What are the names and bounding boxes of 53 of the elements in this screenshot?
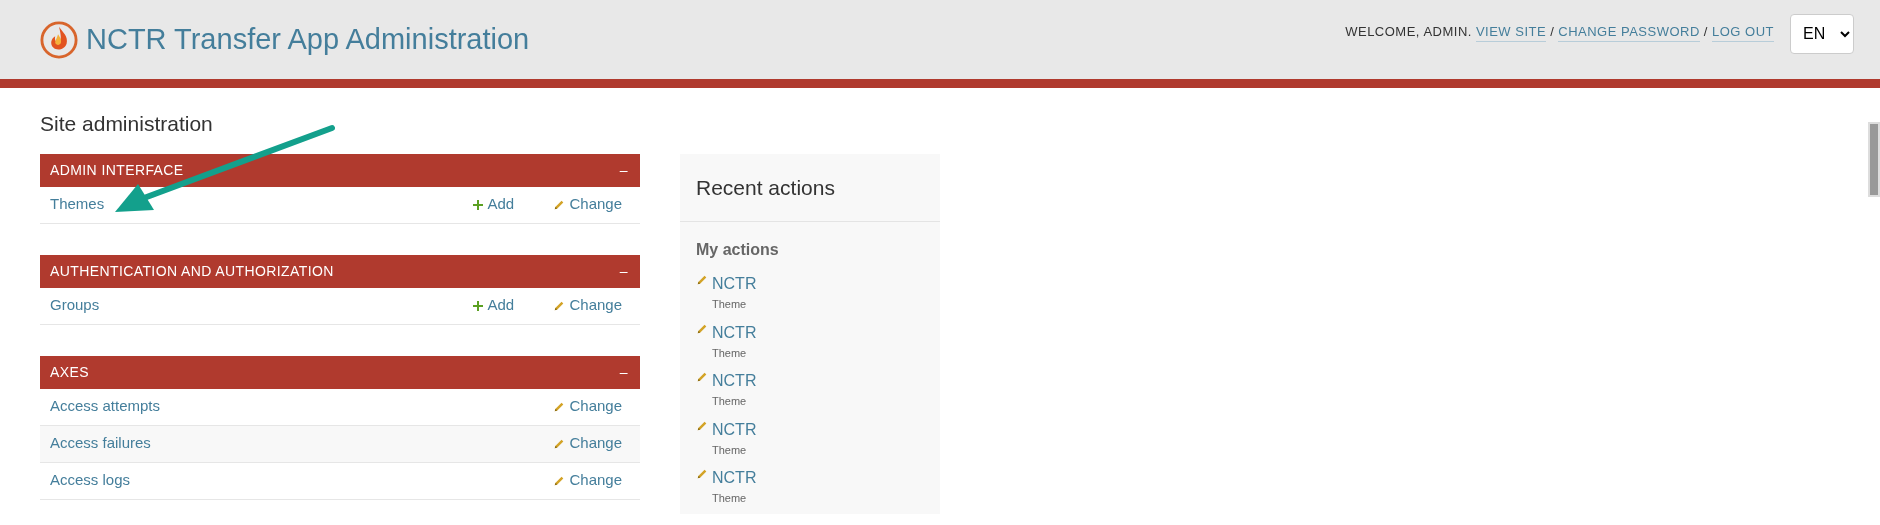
pencil-icon (553, 299, 566, 312)
action-type: Theme (712, 442, 748, 458)
header-link[interactable]: CHANGE PASSWORD (1558, 21, 1700, 42)
add-link[interactable]: Add (487, 294, 515, 317)
header-link[interactable]: LOG OUT (1712, 21, 1774, 42)
change-link[interactable]: Change (569, 395, 622, 418)
separator: / (1550, 22, 1555, 41)
pencil-icon (696, 274, 708, 286)
language-select[interactable]: EN (1790, 13, 1854, 54)
collapse-toggle[interactable]: – (619, 159, 628, 181)
pencil-icon (696, 371, 708, 383)
change-link[interactable]: Change (569, 294, 622, 317)
module-name: AXES (50, 362, 89, 382)
action-link[interactable]: NCTR (712, 466, 757, 490)
collapse-toggle[interactable]: – (619, 361, 628, 383)
action-type: Theme (712, 491, 748, 506)
page-title: Site administration (40, 111, 214, 137)
action-type: Theme (712, 297, 748, 312)
action-type: Theme (712, 345, 748, 361)
panel-title: Recent actions (680, 153, 940, 222)
pencil-icon (553, 198, 566, 211)
collapse-toggle[interactable]: – (619, 260, 628, 282)
model-link[interactable]: Access failures (50, 432, 151, 455)
module-name: AUTHENTICATION AND AUTHORIZATION (50, 261, 334, 281)
action-link[interactable]: NCTR (712, 417, 757, 442)
panel-subtitle: My actions (695, 240, 780, 260)
model-link[interactable]: Access logs (50, 469, 131, 492)
add-link[interactable]: Add (487, 193, 515, 216)
change-link[interactable]: Change (569, 193, 622, 216)
flame-logo (40, 20, 78, 59)
welcome-text: WELCOME, ADMIN. (1345, 22, 1472, 41)
pencil-icon (553, 437, 566, 450)
pencil-icon (696, 419, 708, 432)
pencil-icon (696, 468, 708, 480)
pencil-icon (553, 474, 566, 487)
site-title[interactable]: NCTR Transfer App Administration (86, 17, 530, 62)
separator: / (1703, 22, 1708, 41)
scroll-handle[interactable] (1868, 122, 1880, 197)
header-link[interactable]: VIEW SITE (1475, 21, 1547, 42)
pencil-icon (696, 322, 708, 335)
model-link[interactable]: Themes (50, 193, 105, 216)
action-link[interactable]: NCTR (712, 272, 757, 296)
change-link[interactable]: Change (569, 469, 622, 492)
plus-icon (473, 300, 484, 311)
action-link[interactable]: NCTR (712, 320, 757, 345)
action-link[interactable]: NCTR (712, 369, 757, 393)
plus-icon (473, 199, 484, 210)
change-link[interactable]: Change (569, 432, 622, 455)
pencil-icon (553, 400, 566, 413)
model-link[interactable]: Groups (50, 294, 100, 317)
model-link[interactable]: Access attempts (50, 395, 161, 418)
module-name: ADMIN INTERFACE (50, 160, 184, 180)
action-type: Theme (712, 394, 748, 409)
